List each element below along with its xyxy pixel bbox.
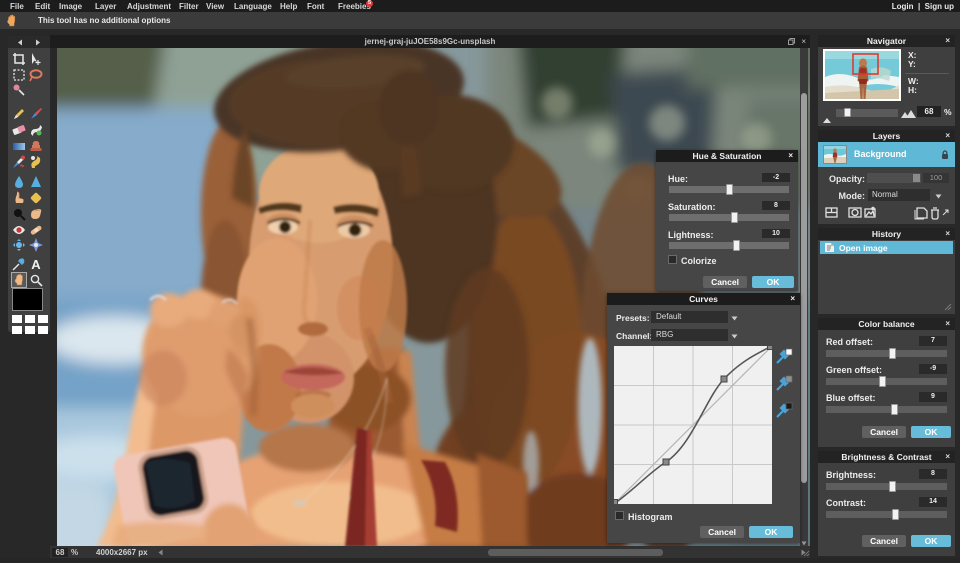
svg-text:A: A: [31, 257, 41, 271]
